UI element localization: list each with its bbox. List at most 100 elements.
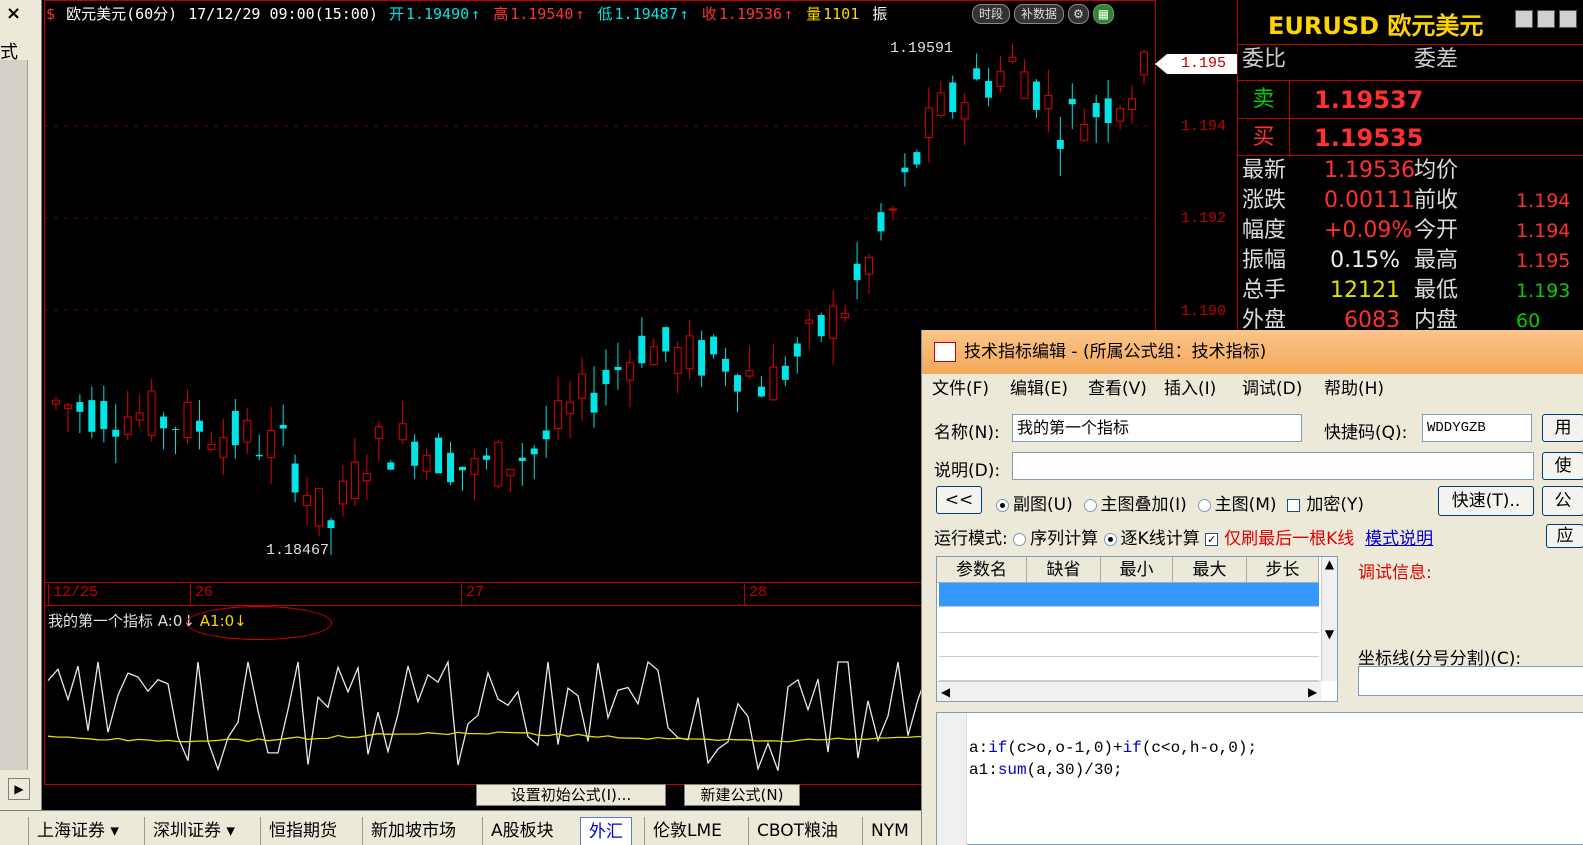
candle-body — [1044, 95, 1053, 110]
market-tab[interactable]: 深圳证券 ▾ — [144, 817, 243, 845]
candle-body — [88, 400, 96, 432]
gear-icon[interactable]: ⚙ — [1068, 4, 1089, 24]
description-input[interactable] — [1012, 452, 1534, 480]
price-axis-label: 1.194 — [1181, 118, 1227, 135]
encrypt-checkbox[interactable] — [1287, 498, 1301, 512]
quote-value: 12121 — [1330, 278, 1400, 303]
candle-body — [183, 401, 192, 438]
weibi-label: 委比 — [1242, 47, 1287, 72]
candle-body — [147, 390, 156, 436]
only-last-checkbox[interactable]: ✓ — [1205, 532, 1219, 546]
candle-body — [1092, 102, 1100, 118]
candle-body — [673, 347, 682, 374]
table-row[interactable] — [939, 609, 1319, 633]
name-input[interactable]: 我的第一个指标 — [1012, 414, 1302, 442]
param-header: 参数名 — [937, 557, 1027, 583]
use-button[interactable]: 用 — [1542, 414, 1583, 442]
code-token: (c>o,o-1,0)+ — [1007, 739, 1123, 757]
chip-icon[interactable]: ▦ — [1092, 4, 1115, 24]
candle-body — [722, 358, 730, 372]
chart-icon[interactable] — [1515, 10, 1533, 28]
use2-button[interactable]: 使 — [1542, 452, 1583, 480]
candle-body — [614, 366, 622, 370]
coordinate-lines-input[interactable] — [1358, 666, 1583, 696]
vertical-scrollbar[interactable]: ▲ ▼ — [1321, 557, 1337, 681]
formula-code[interactable]: a:if(c>o,o-1,0)+if(c<o,h-o,0); a1:sum(a,… — [969, 737, 1257, 781]
quote-value: 1.19536 — [1324, 158, 1415, 183]
set-initial-formula-button[interactable]: 设置初始公式(I)... — [476, 784, 666, 806]
market-tab[interactable]: NYM — [862, 817, 917, 845]
quote-label: 最高 — [1414, 248, 1459, 273]
candle-body — [698, 340, 706, 376]
candle-body — [973, 68, 981, 80]
dialog-title[interactable]: 技术指标编辑 - (所属公式组：技术指标) — [922, 330, 1583, 374]
shortcut-input[interactable]: WDDYGZB — [1422, 414, 1532, 442]
quote-label: 外盘 — [1242, 308, 1287, 330]
option-encrypt-label: 加密(Y) — [1306, 495, 1365, 515]
menu-edit[interactable]: 编辑(E) — [1010, 374, 1068, 404]
menu-insert[interactable]: 插入(I) — [1164, 374, 1216, 404]
candle-body — [123, 416, 132, 436]
chart-tag-buttons: 时段 补数据 ⚙ ▦ — [972, 3, 1118, 25]
radio-each-bar[interactable] — [1103, 532, 1117, 546]
collapse-button[interactable]: << — [936, 486, 982, 514]
candle-body — [817, 314, 825, 337]
close-icon[interactable]: × — [6, 3, 21, 24]
quote-value: +0.09% — [1324, 218, 1413, 243]
radio-overlay[interactable] — [1083, 498, 1097, 512]
new-formula-button[interactable]: 新建公式(N) — [684, 784, 800, 806]
symbol-icon: $ — [46, 5, 56, 23]
market-tab[interactable]: 伦敦LME — [644, 817, 730, 845]
radio-main[interactable] — [1197, 498, 1211, 512]
editor-gutter — [937, 713, 967, 845]
market-tab[interactable]: 外汇 — [580, 817, 632, 845]
bank-icon[interactable] — [1537, 10, 1555, 28]
supplement-data-tag[interactable]: 补数据 — [1014, 4, 1065, 24]
candle-body — [805, 319, 814, 324]
candle-body — [960, 102, 969, 120]
market-tab[interactable]: 上海证券 ▾ — [28, 817, 127, 845]
candle-body — [1068, 98, 1076, 105]
radio-sub[interactable] — [996, 498, 1009, 512]
scroll-right-button[interactable]: ▶ — [8, 778, 30, 800]
indicator-chart[interactable] — [44, 632, 924, 782]
formula-button[interactable]: 公 — [1542, 486, 1583, 516]
candle-body — [63, 404, 72, 409]
quote-label: 幅度 — [1242, 218, 1287, 243]
mode-help-link[interactable]: 模式说明 — [1365, 529, 1433, 549]
table-row[interactable] — [939, 583, 1319, 607]
horizontal-scrollbar[interactable]: ◀ ▶ — [937, 681, 1321, 701]
candle-body — [590, 392, 598, 413]
candle-body — [267, 430, 276, 459]
table-row[interactable] — [939, 657, 1319, 681]
quote-row: 外盘 6083 内盘 60 — [1238, 306, 1583, 330]
market-tab[interactable]: 恒指期货 — [260, 817, 345, 845]
table-row[interactable] — [939, 633, 1319, 657]
market-tab[interactable]: 新加坡市场 — [362, 817, 464, 845]
menu-debug[interactable]: 调试(D) — [1242, 374, 1302, 404]
formula-code-editor[interactable]: a:if(c>o,o-1,0)+if(c<o,h-o,0); a1:sum(a,… — [936, 712, 1583, 845]
debug-info-label: 调试信息: — [1358, 563, 1432, 583]
market-tab[interactable]: A股板块 — [482, 817, 562, 845]
quote-value: 1.194 — [1516, 190, 1571, 212]
candle-body — [554, 400, 563, 429]
quick-button[interactable]: 快速(T).. — [1438, 486, 1534, 516]
code-token: (a,30)/30; — [1026, 761, 1123, 779]
radio-sequence[interactable] — [1013, 532, 1027, 546]
menu-view[interactable]: 查看(V) — [1088, 374, 1147, 404]
candle-body — [685, 335, 694, 370]
sell-label: 卖 — [1238, 81, 1290, 119]
editor-icon — [934, 342, 956, 362]
parameter-table[interactable]: 参数名 缺省 最小 最大 步长 ▲ ▼ ◀ ▶ — [936, 556, 1338, 702]
candle-body — [1032, 81, 1040, 110]
quote-label: 均价 — [1414, 158, 1459, 183]
apply-button[interactable]: 应 — [1546, 524, 1583, 548]
period-tag[interactable]: 时段 — [972, 4, 1011, 24]
market-tab[interactable]: CBOT粮油 — [748, 817, 846, 845]
description-label: 说明(D): — [934, 461, 1001, 481]
more-icon[interactable] — [1559, 10, 1577, 28]
quote-header: EURUSD 欧元美元 — [1268, 6, 1483, 41]
menu-file[interactable]: 文件(F) — [932, 374, 989, 404]
quote-row: 幅度 +0.09% 今开 1.194 — [1238, 216, 1583, 246]
menu-help[interactable]: 帮助(H) — [1324, 374, 1384, 404]
